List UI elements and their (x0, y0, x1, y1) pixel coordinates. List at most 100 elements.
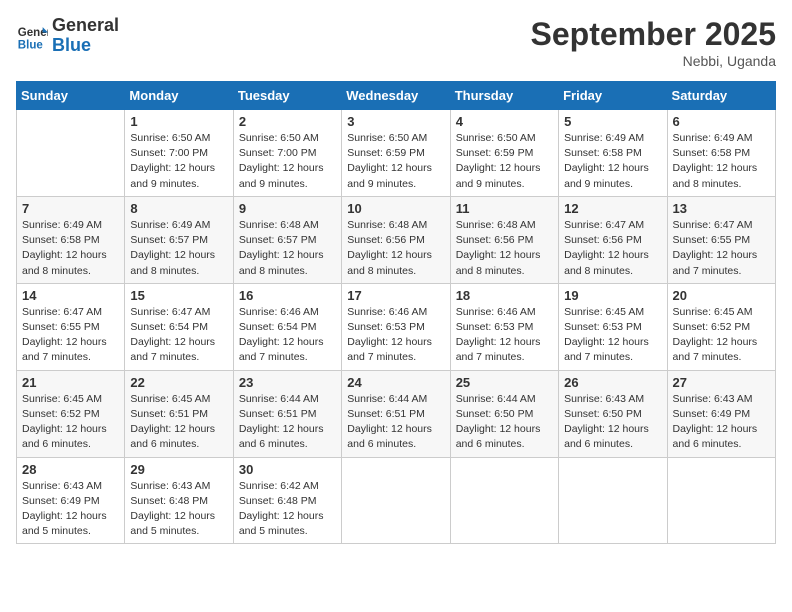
day-number: 24 (347, 375, 444, 390)
calendar-cell: 11Sunrise: 6:48 AM Sunset: 6:56 PM Dayli… (450, 196, 558, 283)
day-info: Sunrise: 6:49 AM Sunset: 6:58 PM Dayligh… (564, 131, 661, 192)
calendar-cell: 14 Sunrise: 6:47 AM Sunset: 6:55 PM Dayli… (17, 283, 125, 370)
day-info: Sunrise: 6:46 AM Sunset: 6:54 PM Dayligh… (239, 305, 336, 366)
day-info: Sunrise: 6:49 AM Sunset: 6:58 PM Dayligh… (673, 131, 770, 192)
calendar-cell (342, 457, 450, 544)
day-number: 29 (130, 462, 227, 477)
day-number: 28 (22, 462, 119, 477)
day-number: 27 (673, 375, 770, 390)
day-info: Sunrise: 6:46 AM Sunset: 6:53 PM Dayligh… (456, 305, 553, 366)
day-info: Sunrise: 6:44 AM Sunset: 6:50 PM Dayligh… (456, 392, 553, 453)
day-number: 9 (239, 201, 336, 216)
page-header: General Blue General Blue September 2025… (16, 16, 776, 69)
day-info: Sunrise: 6:42 AM Sunset: 6:48 PM Dayligh… (239, 479, 336, 540)
calendar-cell: 16 Sunrise: 6:46 AM Sunset: 6:54 PM Dayli… (233, 283, 341, 370)
day-number: 16 (239, 288, 336, 303)
calendar-cell: 6 Sunrise: 6:49 AM Sunset: 6:58 PM Daylig… (667, 110, 775, 197)
calendar-cell: 29 Sunrise: 6:43 AM Sunset: 6:48 PM Dayli… (125, 457, 233, 544)
calendar-cell: 10 Sunrise: 6:48 AM Sunset: 6:56 PM Dayli… (342, 196, 450, 283)
weekday-header-row: SundayMondayTuesdayWednesdayThursdayFrid… (17, 82, 776, 110)
calendar-cell: 2Sunrise: 6:50 AM Sunset: 7:00 PM Daylig… (233, 110, 341, 197)
svg-text:Blue: Blue (18, 39, 44, 51)
day-info: Sunrise: 6:45 AM Sunset: 6:51 PM Dayligh… (130, 392, 227, 453)
day-info: Sunrise: 6:48 AM Sunset: 6:57 PM Dayligh… (239, 218, 336, 279)
day-number: 4 (456, 114, 553, 129)
day-number: 10 (347, 201, 444, 216)
calendar-cell: 28 Sunrise: 6:43 AM Sunset: 6:49 PM Dayli… (17, 457, 125, 544)
calendar-cell: 24 Sunrise: 6:44 AM Sunset: 6:51 PM Dayli… (342, 370, 450, 457)
day-number: 2 (239, 114, 336, 129)
calendar-cell: 21Sunrise: 6:45 AM Sunset: 6:52 PM Dayli… (17, 370, 125, 457)
title-block: September 2025 Nebbi, Uganda (531, 16, 776, 69)
week-row-1: 1Sunrise: 6:50 AM Sunset: 7:00 PM Daylig… (17, 110, 776, 197)
day-number: 12 (564, 201, 661, 216)
header-thursday: Thursday (450, 82, 558, 110)
header-wednesday: Wednesday (342, 82, 450, 110)
day-info: Sunrise: 6:47 AM Sunset: 6:55 PM Dayligh… (22, 305, 119, 366)
calendar-cell: 23 Sunrise: 6:44 AM Sunset: 6:51 PM Dayli… (233, 370, 341, 457)
calendar-cell: 5 Sunrise: 6:49 AM Sunset: 6:58 PM Daylig… (559, 110, 667, 197)
day-number: 7 (22, 201, 119, 216)
calendar-cell: 15 Sunrise: 6:47 AM Sunset: 6:54 PM Dayli… (125, 283, 233, 370)
day-info: Sunrise: 6:44 AM Sunset: 6:51 PM Dayligh… (347, 392, 444, 453)
calendar-cell: 4Sunrise: 6:50 AM Sunset: 6:59 PM Daylig… (450, 110, 558, 197)
calendar-cell: 30 Sunrise: 6:42 AM Sunset: 6:48 PM Dayli… (233, 457, 341, 544)
day-number: 5 (564, 114, 661, 129)
day-number: 3 (347, 114, 444, 129)
day-info: Sunrise: 6:49 AM Sunset: 6:57 PM Dayligh… (130, 218, 227, 279)
calendar-cell: 25 Sunrise: 6:44 AM Sunset: 6:50 PM Dayli… (450, 370, 558, 457)
day-number: 30 (239, 462, 336, 477)
day-info: Sunrise: 6:50 AM Sunset: 6:59 PM Dayligh… (347, 131, 444, 192)
week-row-2: 7 Sunrise: 6:49 AM Sunset: 6:58 PM Daylig… (17, 196, 776, 283)
day-number: 13 (673, 201, 770, 216)
day-info: Sunrise: 6:44 AM Sunset: 6:51 PM Dayligh… (239, 392, 336, 453)
week-row-4: 21Sunrise: 6:45 AM Sunset: 6:52 PM Dayli… (17, 370, 776, 457)
logo-general: General (52, 15, 119, 35)
logo-icon: General Blue (16, 20, 48, 52)
day-info: Sunrise: 6:49 AM Sunset: 6:58 PM Dayligh… (22, 218, 119, 279)
calendar-cell: 20Sunrise: 6:45 AM Sunset: 6:52 PM Dayli… (667, 283, 775, 370)
day-info: Sunrise: 6:43 AM Sunset: 6:48 PM Dayligh… (130, 479, 227, 540)
header-sunday: Sunday (17, 82, 125, 110)
day-number: 25 (456, 375, 553, 390)
day-number: 22 (130, 375, 227, 390)
day-number: 14 (22, 288, 119, 303)
header-tuesday: Tuesday (233, 82, 341, 110)
day-info: Sunrise: 6:43 AM Sunset: 6:49 PM Dayligh… (673, 392, 770, 453)
day-info: Sunrise: 6:47 AM Sunset: 6:55 PM Dayligh… (673, 218, 770, 279)
calendar-cell (450, 457, 558, 544)
calendar-cell: 9 Sunrise: 6:48 AM Sunset: 6:57 PM Daylig… (233, 196, 341, 283)
day-number: 1 (130, 114, 227, 129)
calendar-cell: 3 Sunrise: 6:50 AM Sunset: 6:59 PM Daylig… (342, 110, 450, 197)
calendar-cell: 18 Sunrise: 6:46 AM Sunset: 6:53 PM Dayli… (450, 283, 558, 370)
header-saturday: Saturday (667, 82, 775, 110)
calendar-cell: 13 Sunrise: 6:47 AM Sunset: 6:55 PM Dayli… (667, 196, 775, 283)
calendar-cell: 26 Sunrise: 6:43 AM Sunset: 6:50 PM Dayli… (559, 370, 667, 457)
day-info: Sunrise: 6:45 AM Sunset: 6:53 PM Dayligh… (564, 305, 661, 366)
calendar-cell: 22 Sunrise: 6:45 AM Sunset: 6:51 PM Dayli… (125, 370, 233, 457)
day-number: 23 (239, 375, 336, 390)
week-row-5: 28 Sunrise: 6:43 AM Sunset: 6:49 PM Dayli… (17, 457, 776, 544)
logo-blue: Blue (52, 35, 91, 55)
calendar-cell: 7 Sunrise: 6:49 AM Sunset: 6:58 PM Daylig… (17, 196, 125, 283)
day-info: Sunrise: 6:48 AM Sunset: 6:56 PM Dayligh… (347, 218, 444, 279)
calendar-table: SundayMondayTuesdayWednesdayThursdayFrid… (16, 81, 776, 544)
day-info: Sunrise: 6:43 AM Sunset: 6:50 PM Dayligh… (564, 392, 661, 453)
day-number: 26 (564, 375, 661, 390)
logo-text: General Blue (52, 16, 119, 56)
day-number: 6 (673, 114, 770, 129)
day-info: Sunrise: 6:43 AM Sunset: 6:49 PM Dayligh… (22, 479, 119, 540)
day-number: 17 (347, 288, 444, 303)
day-number: 18 (456, 288, 553, 303)
day-number: 11 (456, 201, 553, 216)
day-info: Sunrise: 6:45 AM Sunset: 6:52 PM Dayligh… (22, 392, 119, 453)
header-friday: Friday (559, 82, 667, 110)
day-number: 20 (673, 288, 770, 303)
day-number: 15 (130, 288, 227, 303)
calendar-cell: 17Sunrise: 6:46 AM Sunset: 6:53 PM Dayli… (342, 283, 450, 370)
calendar-cell: 8Sunrise: 6:49 AM Sunset: 6:57 PM Daylig… (125, 196, 233, 283)
day-info: Sunrise: 6:47 AM Sunset: 6:54 PM Dayligh… (130, 305, 227, 366)
day-number: 19 (564, 288, 661, 303)
calendar-cell: 19 Sunrise: 6:45 AM Sunset: 6:53 PM Dayli… (559, 283, 667, 370)
month-title: September 2025 (531, 16, 776, 53)
